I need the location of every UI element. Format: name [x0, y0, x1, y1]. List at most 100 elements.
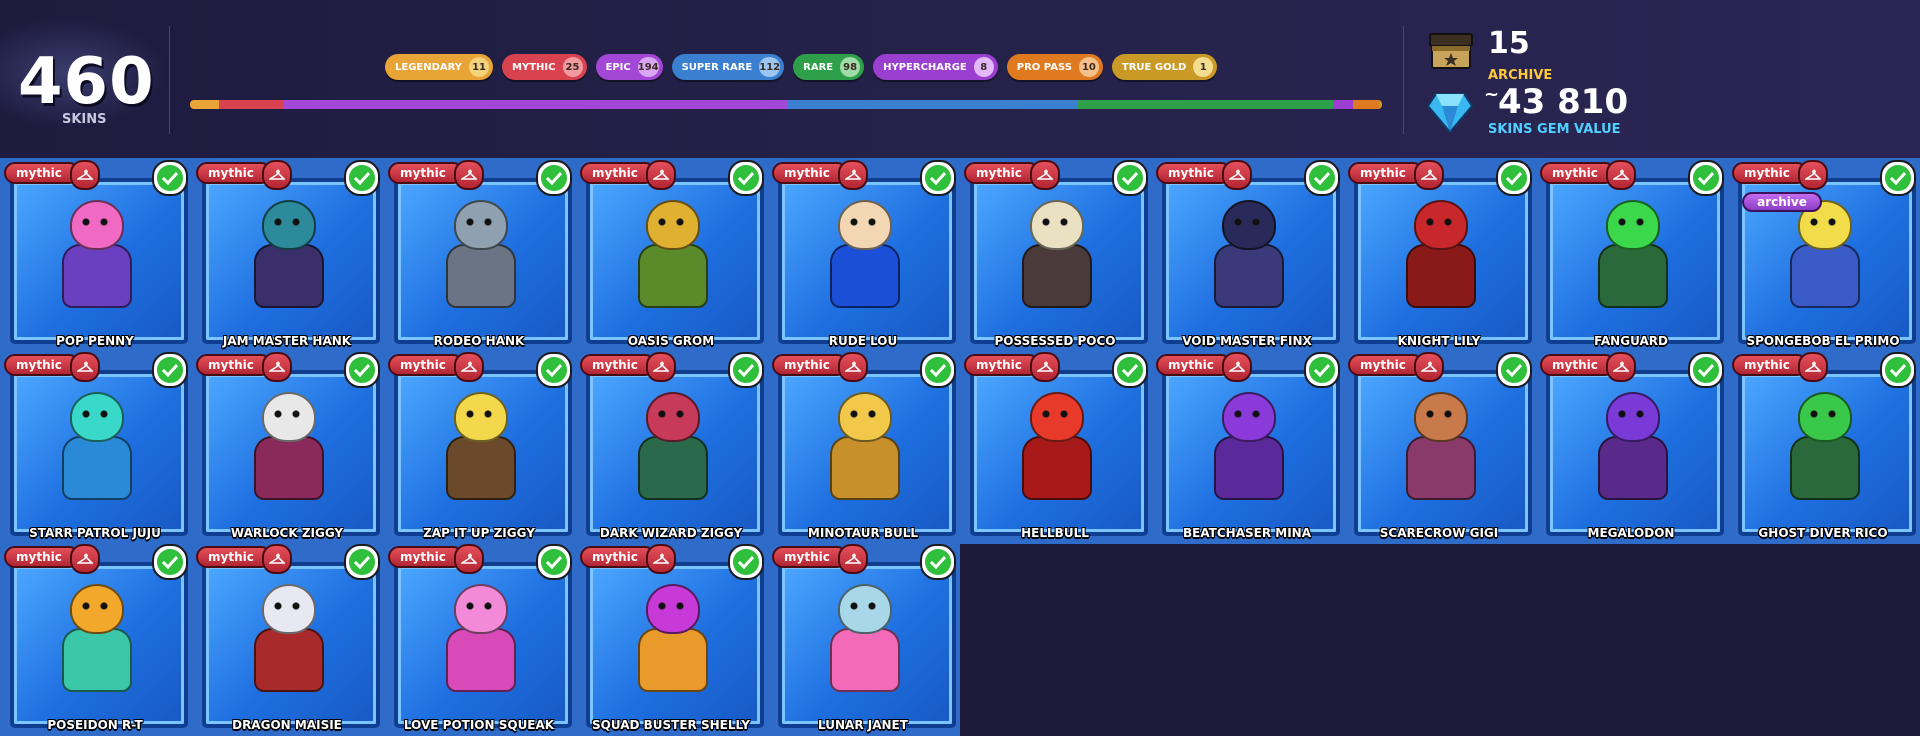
- rarity-badge: mythic: [1732, 354, 1808, 376]
- hanger-icon[interactable]: [262, 160, 292, 190]
- skin-card[interactable]: mythic GHOST DIVER RICO: [1728, 352, 1918, 544]
- rarity-label: PRO PASS: [1016, 61, 1072, 73]
- skin-card[interactable]: mythic FANGUARD: [1536, 160, 1726, 352]
- rarity-label: EPIC: [605, 61, 631, 73]
- rarity-filter-pro-pass[interactable]: PRO PASS 10: [1006, 54, 1103, 80]
- hanger-icon[interactable]: [454, 544, 484, 574]
- skin-card[interactable]: mythic WARLOCK ZIGGY: [192, 352, 382, 544]
- hanger-icon[interactable]: [838, 544, 868, 574]
- skin-portrait-body: [638, 244, 708, 308]
- skin-card[interactable]: mythic HELLBULL: [960, 352, 1150, 544]
- skin-portrait-eyes: [466, 218, 492, 226]
- skin-portrait-body: [830, 244, 900, 308]
- skin-portrait-eyes: [82, 410, 108, 418]
- rarity-badge: mythic: [4, 162, 80, 184]
- skin-portrait-body: [446, 244, 516, 308]
- hanger-icon[interactable]: [262, 544, 292, 574]
- owned-check-icon: [920, 160, 956, 196]
- rarity-badge: mythic: [772, 546, 848, 568]
- skin-portrait-eyes: [466, 602, 492, 610]
- skin-card[interactable]: mythic VOID MASTER FINX: [1152, 160, 1342, 352]
- skin-card[interactable]: mythic JAM MASTER HANK: [192, 160, 382, 352]
- hanger-icon[interactable]: [1414, 352, 1444, 382]
- skin-card[interactable]: mythic OASIS GROM: [576, 160, 766, 352]
- skin-portrait: [1584, 200, 1678, 312]
- hanger-icon[interactable]: [838, 352, 868, 382]
- skin-card[interactable]: mythic SCARECROW GIGI: [1344, 352, 1534, 544]
- hanger-icon[interactable]: [838, 160, 868, 190]
- skin-portrait-body: [446, 628, 516, 692]
- rarity-filter-hypercharge[interactable]: HYPERCHARGE 8: [873, 54, 998, 80]
- hanger-icon[interactable]: [646, 352, 676, 382]
- skin-portrait-body: [254, 628, 324, 692]
- skin-name: HELLBULL: [1021, 526, 1089, 540]
- skin-card[interactable]: mythic STARR PATROL JUJU: [0, 352, 190, 544]
- skin-portrait-body: [1022, 436, 1092, 500]
- skin-card[interactable]: mythic LUNAR JANET: [768, 544, 958, 736]
- rarity-filter-mythic[interactable]: MYTHIC 25: [502, 54, 587, 80]
- hanger-icon[interactable]: [646, 544, 676, 574]
- skin-card[interactable]: mythic LOVE POTION SQUEAK: [384, 544, 574, 736]
- hanger-icon[interactable]: [70, 160, 100, 190]
- rarity-filter-super-rare[interactable]: SUPER RARE 112: [671, 54, 785, 80]
- hanger-icon[interactable]: [1030, 160, 1060, 190]
- hanger-icon[interactable]: [1606, 352, 1636, 382]
- skin-card[interactable]: mythic MINOTAUR BULL: [768, 352, 958, 544]
- skin-name: KNIGHT LILY: [1397, 334, 1481, 348]
- skin-portrait-eyes: [1042, 218, 1068, 226]
- skin-card[interactable]: mythic DARK WIZARD ZIGGY: [576, 352, 766, 544]
- rarity-filter-rare[interactable]: RARE 98: [793, 54, 865, 80]
- rarity-badge: mythic: [4, 546, 80, 568]
- skin-card[interactable]: mythic MEGALODON: [1536, 352, 1726, 544]
- skin-card[interactable]: mythic RUDE LOU: [768, 160, 958, 352]
- skin-portrait-eyes: [1426, 218, 1452, 226]
- skin-card[interactable]: mythic BEATCHASER MINA: [1152, 352, 1342, 544]
- hanger-icon[interactable]: [1798, 352, 1828, 382]
- owned-check-icon: [728, 352, 764, 388]
- skin-portrait-body: [638, 628, 708, 692]
- skin-name: SCARECROW GIGI: [1379, 526, 1499, 540]
- hanger-icon[interactable]: [70, 352, 100, 382]
- hanger-icon[interactable]: [454, 160, 484, 190]
- gem-icon: [1426, 93, 1474, 134]
- skin-portrait-eyes: [658, 218, 684, 226]
- skin-name: MINOTAUR BULL: [807, 526, 919, 540]
- rarity-badge: mythic: [580, 354, 656, 376]
- hanger-icon[interactable]: [1414, 160, 1444, 190]
- skin-card[interactable]: mythic POSSESSED POCO: [960, 160, 1150, 352]
- hanger-icon[interactable]: [1606, 160, 1636, 190]
- skin-card[interactable]: mythic archive SPONGEBOB EL PRIMO: [1728, 160, 1918, 352]
- skin-card[interactable]: mythic DRAGON MAISIE: [192, 544, 382, 736]
- hanger-icon[interactable]: [1222, 160, 1252, 190]
- rarity-filter-true-gold[interactable]: TRUE GOLD 1: [1111, 54, 1218, 80]
- skin-portrait-body: [254, 244, 324, 308]
- skin-portrait: [432, 200, 526, 312]
- owned-check-icon: [1112, 160, 1148, 196]
- rarity-badge: mythic: [1156, 354, 1232, 376]
- skin-name: SQUAD BUSTER SHELLY: [592, 718, 750, 732]
- hanger-icon[interactable]: [454, 352, 484, 382]
- skin-card[interactable]: mythic ZAP IT UP ZIGGY: [384, 352, 574, 544]
- owned-check-icon: [1688, 160, 1724, 196]
- gem-value: 43 810: [1498, 82, 1629, 122]
- rarity-filter-legendary[interactable]: LEGENDARY 11: [385, 54, 494, 80]
- skin-name: DARK WIZARD ZIGGY: [599, 526, 743, 540]
- skin-card[interactable]: mythic RODEO HANK: [384, 160, 574, 352]
- hanger-icon[interactable]: [262, 352, 292, 382]
- hanger-icon[interactable]: [1030, 352, 1060, 382]
- bar-segment-epic: [283, 100, 788, 109]
- skin-name: RODEO HANK: [433, 334, 525, 348]
- skin-card[interactable]: mythic KNIGHT LILY: [1344, 160, 1534, 352]
- owned-check-icon: [1112, 352, 1148, 388]
- skin-card[interactable]: mythic POP PENNY: [0, 160, 190, 352]
- skin-card[interactable]: mythic POSEIDON R-T: [0, 544, 190, 736]
- divider: [169, 26, 170, 134]
- skin-card[interactable]: mythic SQUAD BUSTER SHELLY: [576, 544, 766, 736]
- hanger-icon[interactable]: [1798, 160, 1828, 190]
- hanger-icon[interactable]: [70, 544, 100, 574]
- rarity-filter-epic[interactable]: EPIC 194: [595, 54, 663, 80]
- rarity-count: 8: [973, 57, 994, 77]
- hanger-icon[interactable]: [1222, 352, 1252, 382]
- skin-portrait-eyes: [274, 410, 300, 418]
- hanger-icon[interactable]: [646, 160, 676, 190]
